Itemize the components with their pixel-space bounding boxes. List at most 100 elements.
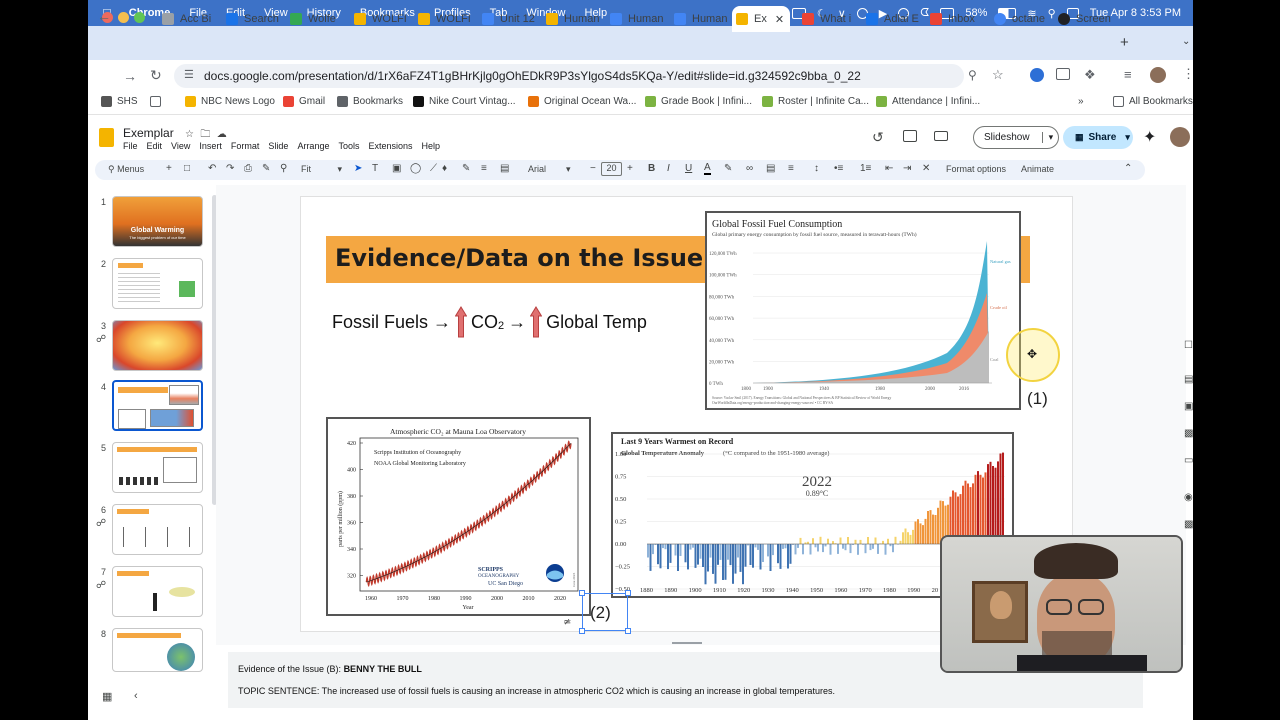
close-tab-icon[interactable]: ✕ [775, 13, 784, 26]
tab-9-active[interactable]: Ex ✕ [732, 6, 790, 32]
collapse-toolbar-icon[interactable]: ⌃ [1124, 163, 1132, 174]
select-cursor-icon[interactable]: ➤ [354, 163, 362, 174]
extensions-puzzle-icon[interactable]: ❖ [1084, 67, 1096, 83]
decrease-indent-icon[interactable]: ⇤ [885, 163, 893, 174]
contacts-icon[interactable]: ▩ [1184, 428, 1193, 439]
keep-icon[interactable]: ☐ [1184, 340, 1193, 351]
reading-list-icon[interactable]: ≡ [1124, 67, 1132, 82]
increase-font-icon[interactable]: + [627, 163, 633, 174]
search-menus[interactable]: ⚲ Menus [108, 164, 144, 175]
bookmark-item[interactable]: Nike Court Vintag... [413, 96, 516, 107]
smart-guide-icon[interactable]: ≄ [563, 617, 571, 628]
tab-0[interactable]: Acc Bi [158, 6, 220, 32]
slide-thumbnail-6[interactable] [112, 504, 203, 555]
extension-zoom-icon[interactable] [1030, 68, 1044, 82]
bookmark-item[interactable]: Attendance | Infini... [876, 96, 980, 107]
italic-icon[interactable]: I [667, 163, 670, 174]
fill-color-icon[interactable]: ♦ [442, 163, 447, 174]
resize-handle[interactable] [625, 590, 631, 596]
share-button[interactable]: ▦ Share ▾ [1063, 126, 1133, 149]
causal-chain[interactable]: Fossil Fuels → CO 2 → Global Temp [332, 306, 647, 338]
doc-menu-arrange[interactable]: Arrange [297, 141, 329, 151]
format-options-button[interactable]: Format options [946, 164, 1006, 174]
caption-1[interactable]: (1) [1027, 389, 1048, 409]
numbered-list-icon[interactable]: 1≡ [860, 163, 871, 174]
tab-10[interactable]: What i [798, 6, 860, 32]
bookmark-item[interactable]: Bookmarks [337, 96, 403, 107]
animate-button[interactable]: Animate [1021, 164, 1054, 174]
highlight-icon[interactable]: ✎ [724, 163, 732, 174]
slide-thumbnail-5[interactable] [112, 442, 203, 493]
addons-icon[interactable]: ▩ [1184, 519, 1193, 530]
bookmark-item[interactable]: SHS [101, 96, 138, 107]
border-color-icon[interactable]: ✎ [462, 163, 470, 174]
address-bar[interactable]: docs.google.com/presentation/d/1rX6aFZ4T… [174, 64, 964, 88]
tab-13[interactable]: octane [990, 6, 1052, 32]
bookmark-item[interactable]: Original Ocean Wa... [528, 96, 636, 107]
decrease-font-icon[interactable]: − [590, 163, 596, 174]
tab-14[interactable]: Screen [1054, 6, 1116, 32]
zoom-window-button[interactable] [134, 12, 145, 23]
gemini-icon[interactable]: ✦ [1143, 127, 1156, 147]
tasks-icon[interactable]: ▣ [1184, 401, 1193, 412]
share-dropdown-icon[interactable]: ▾ [1125, 132, 1130, 143]
insert-link-icon[interactable]: ∞ [746, 163, 753, 174]
image-icon[interactable]: ▣ [392, 163, 401, 174]
tab-12[interactable]: Inbox [926, 6, 988, 32]
caption-2[interactable]: (2) [590, 603, 611, 623]
line-icon[interactable]: ⟋ [430, 163, 437, 174]
tab-5[interactable]: Unit 12 [478, 6, 540, 32]
align-icon[interactable]: ≡ [788, 163, 794, 174]
slide-thumbnail-3[interactable] [112, 320, 203, 371]
font-select[interactable]: Arial ▾ [528, 164, 571, 175]
cloud-status-icon[interactable]: ☁ [217, 129, 227, 140]
calendar-icon[interactable]: ▤ [1184, 374, 1193, 385]
more-bookmarks-icon[interactable]: » [1078, 96, 1084, 107]
bookmark-item[interactable]: NBC News Logo [185, 96, 275, 107]
text-box-icon[interactable]: T [372, 163, 378, 174]
print-icon[interactable]: ⎙ [244, 163, 252, 174]
profile-avatar[interactable] [1150, 67, 1166, 83]
underline-icon[interactable]: U [685, 163, 692, 174]
all-bookmarks[interactable]: All Bookmarks [1113, 96, 1193, 107]
tab-8[interactable]: Human [670, 6, 732, 32]
reload-icon[interactable]: ↻ [150, 67, 162, 84]
bookmark-item[interactable]: Gmail [283, 96, 325, 107]
star-icon[interactable]: ☆ [185, 129, 194, 140]
apps-grid-icon[interactable] [150, 96, 166, 107]
zoom-select[interactable]: Fit ▾ [301, 164, 342, 175]
tab-6[interactable]: Human [542, 6, 604, 32]
account-avatar[interactable] [1170, 127, 1190, 147]
tab-11[interactable]: Adlai E [862, 6, 924, 32]
new-slide-icon[interactable]: + [166, 163, 172, 174]
resize-handle[interactable] [625, 628, 631, 634]
tab-3[interactable]: WOLFI [350, 6, 412, 32]
bookmark-star-icon[interactable]: ☆ [992, 67, 1004, 83]
doc-menu-slide[interactable]: Slide [268, 141, 288, 151]
add-comment-icon[interactable]: ▤ [766, 163, 775, 174]
doc-menu-file[interactable]: File [123, 141, 138, 151]
slideshow-dropdown-icon[interactable]: ▾ [1041, 132, 1053, 143]
doc-menu-format[interactable]: Format [231, 141, 260, 151]
increase-indent-icon[interactable]: ⇥ [903, 163, 911, 174]
tab-7[interactable]: Human [606, 6, 668, 32]
slide-thumbnail-2[interactable] [112, 258, 203, 309]
slide-title[interactable]: Evidence/Data on the Issue [335, 244, 703, 272]
border-weight-icon[interactable]: ≡ [481, 163, 487, 174]
paint-format-icon[interactable]: ✎ [262, 163, 270, 174]
undo-icon[interactable]: ↶ [208, 163, 216, 174]
tab-4[interactable]: WOLFI [414, 6, 476, 32]
back-icon[interactable]: ← [97, 8, 111, 24]
site-info-icon[interactable]: ☰ [184, 68, 194, 81]
doc-menu-extensions[interactable]: Extensions [368, 141, 412, 151]
zoom-icon[interactable]: ⚲ [968, 68, 977, 82]
version-history-icon[interactable]: ↺ [872, 129, 884, 146]
border-dash-icon[interactable]: ▤ [500, 163, 509, 174]
slideshow-button[interactable]: Slideshow ▾ [973, 126, 1059, 149]
keeling-curve-image[interactable]: Atmospheric CO₂ at Mauna Loa Observatory… [326, 417, 591, 616]
notes-resize-handle[interactable] [672, 642, 702, 644]
slides-logo-icon[interactable] [99, 128, 114, 147]
bookmark-item[interactable]: Grade Book | Infini... [645, 96, 752, 107]
bold-icon[interactable]: B [648, 163, 655, 174]
tab-1[interactable]: Search [222, 6, 284, 32]
